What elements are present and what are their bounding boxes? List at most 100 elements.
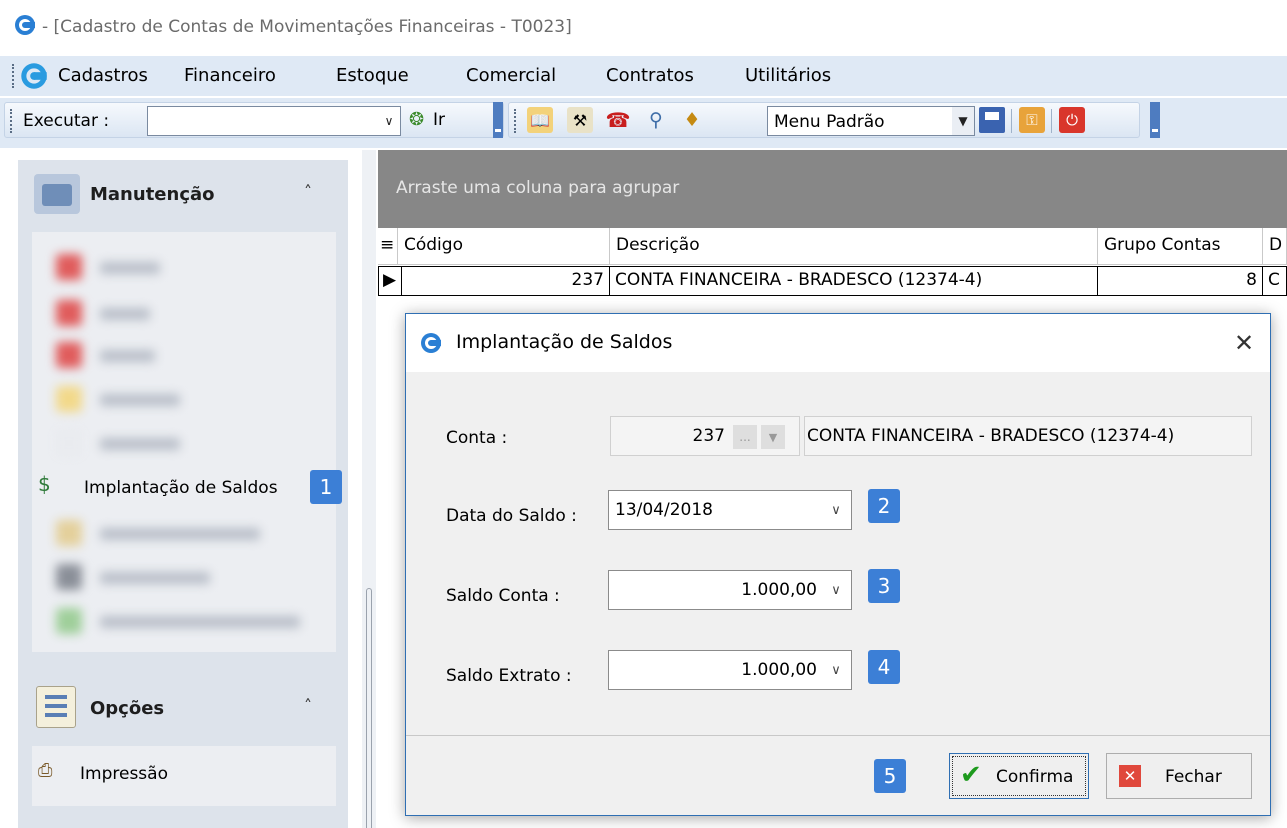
conta-code-field[interactable]: 237 ... ▼ [610, 416, 800, 456]
chevron-down-icon[interactable]: ∨ [378, 107, 400, 135]
saldo-conta-label: Saldo Conta : [446, 586, 560, 606]
collapse-chevron-icon[interactable]: ˄ [304, 182, 312, 201]
gear-go-icon[interactable]: ❂ [409, 109, 424, 130]
list-item[interactable] [56, 564, 296, 590]
menu-financeiro[interactable]: Financeiro [184, 65, 276, 86]
row-indicator-icon: ▶ [378, 266, 402, 296]
step-badge-5: 5 [874, 759, 906, 793]
window-title: - [Cadastro de Contas de Movimentações F… [42, 17, 572, 37]
execute-combo[interactable]: ∨ [147, 106, 401, 136]
chevron-down-icon[interactable]: ▼ [761, 425, 785, 449]
sidebar-item-impressao[interactable]: ⎙ Impressão [32, 760, 332, 788]
column-header-grupo-contas[interactable]: Grupo Contas [1098, 228, 1263, 265]
power-icon[interactable]: ⏻ [1059, 107, 1085, 133]
dialog-implantacao-saldos: Implantação de Saldos ✕ Conta : 237 ... … [405, 313, 1271, 816]
panel-header-manutencao[interactable]: Manutenção ˄ [18, 160, 348, 230]
collapse-chevron-icon[interactable]: ˄ [304, 696, 312, 715]
scroll-handle[interactable] [366, 588, 372, 828]
data-saldo-value: 13/04/2018 [615, 500, 713, 520]
chevron-down-icon[interactable]: ∨ [825, 491, 847, 529]
menu-select-value: Menu Padrão [774, 112, 885, 132]
cell-extra[interactable]: C [1263, 266, 1287, 296]
panel-header-opcoes[interactable]: Opções ˄ [18, 674, 348, 744]
dialog-titlebar[interactable]: Implantação de Saldos ✕ [406, 314, 1270, 372]
save-icon[interactable] [979, 107, 1005, 133]
menu-cadastros[interactable]: Cadastros [58, 65, 148, 86]
close-label: Fechar [1165, 767, 1222, 787]
chevron-down-icon[interactable]: ▼ [952, 107, 974, 135]
toolbar-grip-2[interactable] [514, 109, 518, 133]
close-x-icon: ✕ [1119, 765, 1141, 787]
list-item[interactable] [56, 254, 296, 280]
toolbar-overflow-button-2[interactable] [1150, 102, 1160, 138]
app-logo-icon [14, 14, 36, 41]
panel-title-manutencao: Manutenção [90, 184, 215, 205]
book-search-icon[interactable]: 📖 [527, 107, 553, 133]
conta-description-field: CONTA FINANCEIRA - BRADESCO (12374-4) [804, 416, 1252, 456]
list-item[interactable] [56, 430, 296, 456]
menu-contratos[interactable]: Contratos [606, 65, 694, 86]
list-item[interactable] [56, 386, 296, 412]
options-icon [36, 686, 76, 728]
close-icon[interactable]: ✕ [1224, 324, 1264, 362]
cell-descricao[interactable]: CONTA FINANCEIRA - BRADESCO (12374-4) [610, 266, 1098, 296]
cell-grupo[interactable]: 8 [1098, 266, 1263, 296]
menu-select[interactable]: Menu Padrão ▼ [767, 106, 975, 136]
sidebar-item-implantacao-saldos[interactable]: $ Implantação de Saldos 1 [32, 470, 342, 504]
chevron-down-icon[interactable]: ∨ [825, 651, 847, 689]
close-button[interactable]: ✕ Fechar [1106, 753, 1252, 799]
money-icon: $ [38, 472, 51, 496]
column-chooser-icon[interactable]: ≡ [378, 228, 398, 265]
step-badge-4: 4 [868, 650, 900, 684]
saldo-extrato-value: 1.000,00 [741, 660, 817, 680]
tools-icon[interactable]: ⚒ [567, 107, 593, 133]
group-by-band[interactable]: Arraste uma coluna para agrupar [378, 150, 1287, 228]
panel-splitter[interactable] [362, 150, 376, 828]
window-titlebar: - [Cadastro de Contas de Movimentações F… [0, 0, 1287, 50]
confirm-button[interactable]: ✔ Confirma [949, 753, 1089, 799]
check-icon: ✔ [960, 760, 982, 790]
toolbar-grip[interactable] [10, 109, 14, 133]
saldo-conta-field[interactable]: 1.000,00 ∨ [608, 570, 852, 610]
actions-toolbar-group: 📖 ⚒ ☎ ⚲ ♦ Menu Padrão ▼ ⚿ ⏻ [508, 102, 1140, 138]
cell-codigo[interactable]: 237 [402, 266, 610, 296]
menu-estoque[interactable]: Estoque [336, 65, 409, 86]
eraser-icon[interactable]: ♦ [679, 107, 705, 133]
maintenance-list: $ Implantação de Saldos 1 [32, 232, 342, 652]
list-item[interactable] [56, 608, 326, 634]
menu-comercial[interactable]: Comercial [466, 65, 556, 86]
menu-utilitarios[interactable]: Utilitários [745, 65, 831, 86]
printer-icon: ⎙ [38, 760, 53, 781]
step-badge-1: 1 [310, 470, 342, 504]
toolbar-separator [1011, 109, 1012, 133]
saldo-conta-value: 1.000,00 [741, 580, 817, 600]
magnifier-icon[interactable]: ⚲ [643, 107, 669, 133]
menubar-grip[interactable] [12, 64, 16, 88]
saldo-extrato-label: Saldo Extrato : [446, 666, 572, 686]
dialog-logo-icon [420, 332, 442, 359]
group-hint: Arraste uma coluna para agrupar [396, 178, 680, 198]
saldo-extrato-field[interactable]: 1.000,00 ∨ [608, 650, 852, 690]
conta-label: Conta : [446, 428, 508, 448]
list-item[interactable] [56, 520, 316, 546]
footer-divider [406, 735, 1270, 736]
phone-icon[interactable]: ☎ [605, 107, 631, 133]
go-button[interactable]: Ir [433, 110, 445, 130]
data-saldo-label: Data do Saldo : [446, 506, 577, 526]
confirm-label: Confirma [996, 767, 1074, 787]
list-item[interactable] [56, 342, 296, 368]
menu-logo-icon [20, 62, 48, 95]
toolbar-overflow-button[interactable] [493, 102, 503, 138]
lookup-ellipsis-button[interactable]: ... [733, 425, 757, 449]
chevron-down-icon[interactable]: ∨ [825, 571, 847, 609]
key-icon[interactable]: ⚿ [1019, 107, 1045, 133]
toolbar: Executar : ∨ ❂ Ir 📖 ⚒ ☎ ⚲ ♦ Menu Padrão … [0, 98, 1287, 148]
list-item[interactable] [56, 300, 296, 326]
column-header-codigo[interactable]: Código [398, 228, 610, 265]
dialog-title: Implantação de Saldos [456, 331, 673, 353]
column-header-descricao[interactable]: Descrição [610, 228, 1098, 265]
data-saldo-field[interactable]: 13/04/2018 ∨ [608, 490, 852, 530]
sidebar: Manutenção ˄ $ Implantação de Saldos 1 O… [18, 160, 348, 828]
execute-toolbar-group: Executar : ∨ ❂ Ir [4, 102, 504, 138]
column-header-extra[interactable]: D [1263, 228, 1287, 265]
